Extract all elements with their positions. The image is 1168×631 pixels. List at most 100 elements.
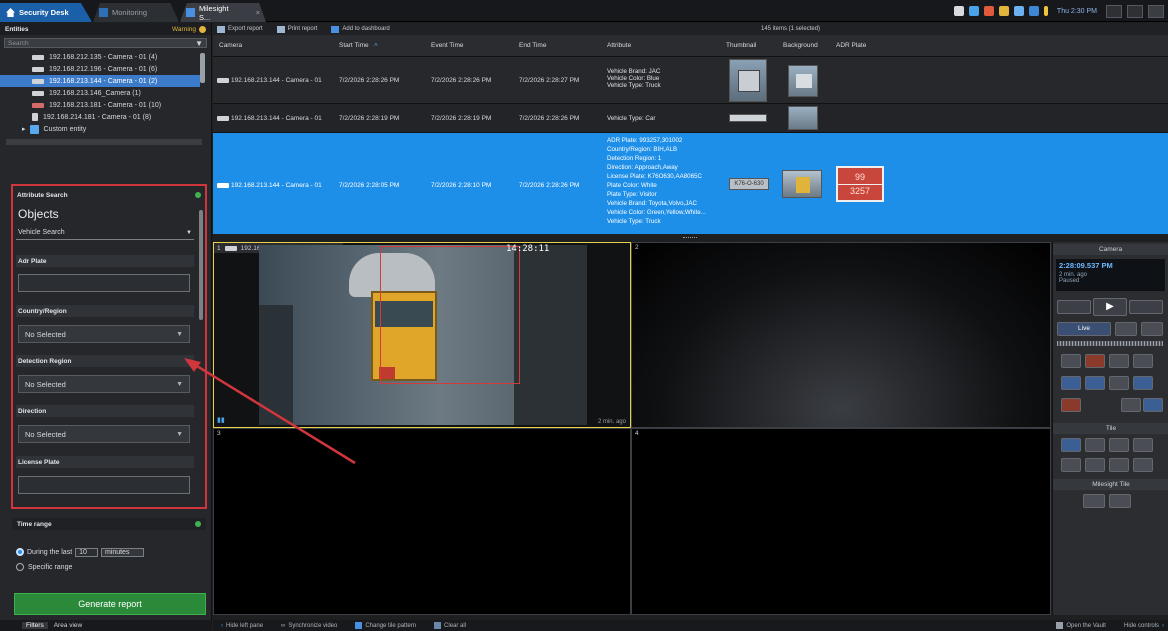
table-row[interactable]: 192.168.213.144 - Camera - 01 7/2/2026 2… (213, 57, 1168, 104)
volume-icon[interactable] (1013, 6, 1024, 16)
video-tile-3[interactable]: 3 (213, 428, 631, 615)
col-adr-plate[interactable]: ADR Plate (836, 42, 866, 49)
tile-forward-button[interactable] (1085, 458, 1105, 472)
adr-plate-image[interactable]: 99 3257 (836, 166, 884, 202)
radio-selected-icon[interactable] (16, 548, 24, 556)
tile-close-button[interactable] (1133, 438, 1153, 452)
background-image[interactable] (782, 170, 822, 198)
settings-icon[interactable] (953, 6, 964, 16)
notification-icon[interactable] (998, 6, 1009, 16)
video-tile-1[interactable]: 1 192.168.213.144 - Camera - 01 (2) 14:2… (213, 242, 631, 428)
tile-expand-button[interactable] (1085, 438, 1105, 452)
col-attribute[interactable]: Attribute (607, 42, 631, 49)
thumbnail-image[interactable] (729, 114, 767, 122)
tab-milesight[interactable]: Milesight S... × (180, 3, 266, 22)
entity-search-input[interactable]: Search ▼ (4, 38, 207, 48)
tab-monitoring[interactable]: Monitoring (93, 3, 179, 22)
adr-plate-input[interactable] (18, 274, 190, 292)
tile-link-button[interactable] (1109, 438, 1129, 452)
tree-item[interactable]: 192.168.213.146_Camera (1) (0, 87, 200, 99)
tab-security-desk[interactable]: Security Desk (0, 3, 92, 22)
attribute-scrollbar[interactable] (199, 210, 203, 320)
thumbnail-image[interactable] (729, 59, 767, 102)
snapshot-button[interactable] (1133, 354, 1153, 368)
video-tile-2[interactable]: 2 (631, 242, 1051, 428)
live-button[interactable]: Live (1057, 322, 1111, 336)
next-button[interactable] (1133, 376, 1153, 390)
maximize-button[interactable] (1127, 4, 1143, 18)
prev-button[interactable] (1085, 376, 1105, 390)
background-image[interactable] (788, 106, 818, 130)
milesight-db-button[interactable] (1083, 494, 1105, 508)
info-button[interactable] (1143, 398, 1163, 412)
generate-report-button[interactable]: Generate report (14, 593, 206, 615)
tree-item-custom-entity[interactable]: ▸ Custom entity (0, 123, 200, 135)
globe-icon[interactable] (1028, 6, 1039, 16)
tile-refresh-button[interactable] (1133, 458, 1153, 472)
sync-video-button[interactable]: ∞ Synchronize video (281, 623, 337, 629)
direction-dropdown[interactable]: No Selected ▼ (18, 425, 190, 443)
thumbnail-plate-image[interactable]: K76-O-630 (729, 178, 769, 190)
playback-slider[interactable] (1057, 341, 1163, 346)
export-report-button[interactable]: Export report (217, 25, 263, 33)
unit-dropdown[interactable]: minutes (100, 547, 145, 557)
monitor-button[interactable] (1061, 376, 1081, 390)
search-button[interactable] (1121, 398, 1141, 412)
col-start-time[interactable]: Start Time (339, 42, 369, 49)
table-row-selected[interactable]: 192.168.213.144 - Camera - 01 7/2/2026 2… (213, 133, 1168, 234)
play-button[interactable]: ▶ (1093, 298, 1127, 316)
country-region-dropdown[interactable]: No Selected ▼ (18, 325, 190, 343)
expand-icon[interactable]: ▸ (22, 125, 26, 133)
object-type-dropdown[interactable]: Vehicle Search ▼ (16, 226, 194, 240)
col-end-time[interactable]: End Time (519, 42, 546, 49)
add-dashboard-button[interactable]: Add to dashboard (331, 25, 390, 33)
col-background[interactable]: Background (783, 42, 818, 49)
hide-left-pane-button[interactable]: ‹ Hide left pane (221, 623, 263, 629)
tab-area-view[interactable]: Area view (54, 622, 83, 629)
warning-icon[interactable] (199, 25, 206, 33)
browser-button[interactable] (1109, 376, 1129, 390)
tree-item[interactable]: 192.168.212.135 - Camera - 01 (4) (0, 51, 200, 63)
tree-item-selected[interactable]: 192.168.213.144 - Camera - 01 (2) (0, 75, 200, 87)
forward-button[interactable] (1129, 300, 1163, 314)
tile-pattern-button[interactable]: Change tile pattern (355, 622, 416, 629)
tree-item[interactable]: 192.168.213.181 - Camera - 01 (10) (0, 99, 200, 111)
splitter-grip[interactable] (683, 237, 697, 239)
rewind-button[interactable] (1057, 300, 1091, 314)
milesight-refresh-button[interactable] (1109, 494, 1131, 508)
col-event-time[interactable]: Event Time (431, 42, 464, 49)
tab-filters[interactable]: Filters (22, 622, 48, 629)
tree-vertical-scrollbar[interactable] (200, 53, 205, 83)
record-button[interactable] (1085, 354, 1105, 368)
close-window-button[interactable] (1148, 4, 1164, 18)
tree-scrollbar[interactable] (6, 139, 202, 145)
video-tile-4[interactable]: 4 (631, 428, 1051, 615)
minimize-button[interactable] (1106, 4, 1122, 18)
tree-item[interactable]: 192.168.214.181 - Camera - 01 (8) (0, 111, 200, 123)
col-thumbnail[interactable]: Thumbnail (726, 42, 756, 49)
tile-home-button[interactable] (1109, 458, 1129, 472)
open-vault-button[interactable]: Open the Vault (1056, 622, 1106, 629)
tile-grid-button[interactable] (1061, 438, 1081, 452)
clear-all-button[interactable]: Clear all (434, 622, 466, 629)
tree-item[interactable]: 192.168.212.196 - Camera - 01 (6) (0, 63, 200, 75)
amount-input[interactable]: 10 (75, 547, 98, 557)
eject-button[interactable] (1115, 322, 1137, 336)
table-row[interactable]: 192.168.213.144 - Camera - 01 7/2/2026 2… (213, 104, 1168, 133)
zoom-button[interactable] (1109, 354, 1129, 368)
mic-button[interactable] (1061, 398, 1081, 412)
detection-region-dropdown[interactable]: No Selected ▼ (18, 375, 190, 393)
alarm-icon[interactable] (983, 6, 994, 16)
loop-button[interactable] (1141, 322, 1163, 336)
network-icon[interactable] (968, 6, 979, 16)
radio-unselected-icon[interactable] (16, 563, 24, 571)
close-icon[interactable]: × (256, 8, 260, 17)
clock-button[interactable] (1061, 354, 1081, 368)
hide-controls-button[interactable]: Hide controls › (1124, 623, 1164, 629)
tile-back-button[interactable] (1061, 458, 1081, 472)
pause-icon[interactable]: ▮▮ (217, 416, 225, 424)
background-image[interactable] (788, 65, 818, 97)
license-plate-input[interactable] (18, 476, 190, 494)
print-report-button[interactable]: Print report (276, 25, 317, 33)
col-camera[interactable]: Camera (219, 42, 242, 49)
